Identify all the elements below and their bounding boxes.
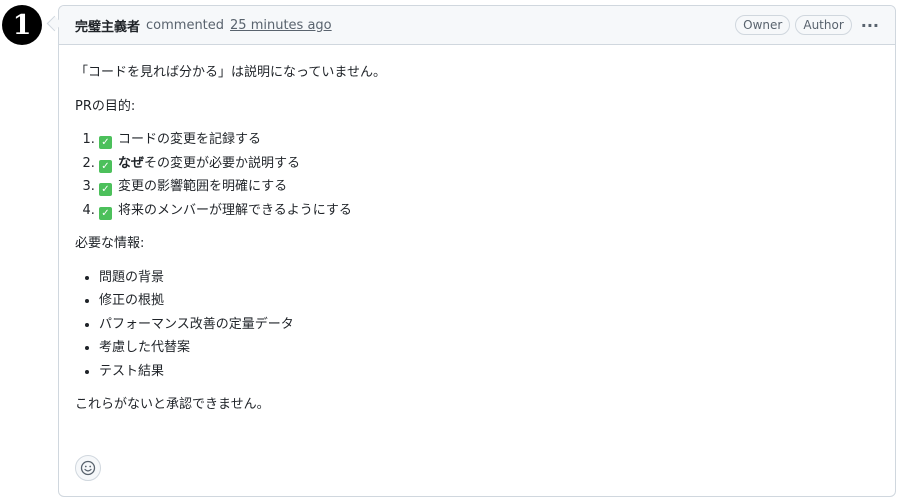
item-text: その変更が必要か説明する bbox=[144, 155, 301, 171]
list-item: ✓ なぜその変更が必要か説明する bbox=[99, 154, 879, 174]
list-item: ✓ 変更の影響範囲を明確にする bbox=[99, 177, 879, 197]
author-name[interactable]: 完璧主義者 bbox=[75, 16, 140, 35]
list-item: ✓ コードの変更を記録する bbox=[99, 130, 879, 150]
list-item: 修正の根拠 bbox=[99, 291, 879, 311]
comment-body: 「コードを見れば分かる」は説明になっていません。 PRの目的: ✓ コードの変更を… bbox=[59, 45, 895, 415]
purpose-heading: PRの目的: bbox=[75, 98, 136, 114]
comment-box: 完璧主義者 commented 25 minutes ago Owner Aut… bbox=[58, 5, 896, 497]
intro-text: 「コードを見れば分かる」は説明になっていません。 bbox=[75, 65, 386, 80]
list-item: パフォーマンス改善の定量データ bbox=[99, 315, 879, 335]
comment-timestamp[interactable]: 25 minutes ago bbox=[230, 18, 332, 33]
required-list: 問題の背景 修正の根拠 パフォーマンス改善の定量データ 考慮した代替案 テスト結… bbox=[75, 268, 879, 382]
author-badge: Author bbox=[795, 15, 852, 35]
list-item: ✓ 将来のメンバーが理解できるようにする bbox=[99, 201, 879, 221]
check-box-icon: ✓ bbox=[99, 183, 112, 196]
comment-header: 完璧主義者 commented 25 minutes ago Owner Aut… bbox=[59, 6, 895, 45]
check-box-icon: ✓ bbox=[99, 136, 112, 149]
avatar[interactable]: 1 bbox=[2, 5, 42, 45]
closing-text: これらがないと承認できません。 bbox=[75, 397, 270, 412]
check-box-icon: ✓ bbox=[99, 159, 112, 173]
list-item: 問題の背景 bbox=[99, 268, 879, 288]
required-heading: 必要な情報: bbox=[75, 236, 145, 251]
purpose-list: ✓ コードの変更を記録する ✓ なぜその変更が必要か説明する ✓ 変更の影響範囲を明確… bbox=[75, 130, 879, 220]
owner-badge: Owner bbox=[735, 15, 791, 35]
item-text: 変更の影響範囲を明確にする bbox=[118, 179, 288, 194]
item-text: コードの変更を記録する bbox=[118, 132, 262, 147]
item-bold-text: なぜ bbox=[118, 155, 145, 171]
item-text: 将来のメンバーが理解できるようにする bbox=[118, 202, 352, 218]
kebab-icon[interactable]: ··· bbox=[861, 16, 879, 35]
check-box-icon: ✓ bbox=[99, 206, 112, 220]
comment-verb: commented bbox=[146, 17, 225, 33]
smiley-icon bbox=[80, 460, 96, 476]
add-reaction-button[interactable] bbox=[75, 455, 101, 481]
list-item: テスト結果 bbox=[99, 362, 879, 382]
list-item: 考慮した代替案 bbox=[99, 338, 879, 358]
